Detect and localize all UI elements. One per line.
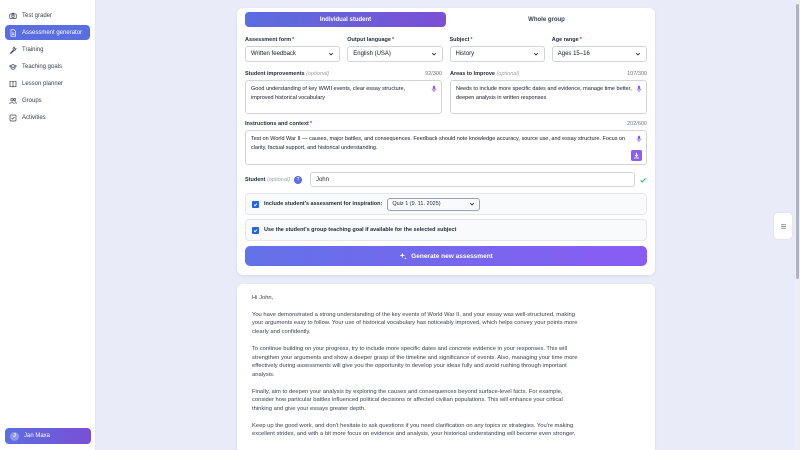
assessment-form-field: Assessment form* Written feedback	[245, 37, 341, 62]
char-count: 202/600	[627, 121, 647, 127]
subject-field: Subject* History	[449, 37, 545, 62]
generate-assessment-button[interactable]: Generate new assessment	[245, 246, 647, 266]
chevron-down-icon	[635, 52, 641, 56]
quiz-select[interactable]: Quiz 1 (9. 11. 2025)	[387, 197, 481, 211]
assessment-form-select[interactable]: Written feedback	[245, 46, 341, 62]
checkbox-icon	[9, 114, 17, 122]
main-content: Individual student Whole group Assessmen…	[96, 0, 800, 450]
areas-field: Areas to Improve (optional) 107/300 Need…	[450, 71, 647, 114]
sidebar-item-label: Assessment generator	[22, 29, 83, 36]
sidebar-item-label: Training	[22, 46, 44, 53]
field-label: Age range*	[551, 37, 582, 43]
graduation-cap-icon	[9, 63, 17, 71]
camera-icon	[9, 12, 17, 20]
include-assessment-checkbox[interactable]	[252, 200, 259, 208]
feedback-paragraph: Finally, aim to deepen your analysis by …	[252, 388, 563, 413]
tab-whole-group[interactable]: Whole group	[446, 12, 647, 27]
sidebar-item-assessment-generator[interactable]: Assessment generator	[5, 25, 90, 40]
settings-row: Assessment form* Written feedback Output…	[245, 37, 647, 62]
instructions-field: Instructions and context* 202/600 Test o…	[245, 121, 647, 165]
output-language-field: Output language* English (USA)	[347, 37, 443, 62]
instructions-textarea[interactable]: Test on World War II — causes, major bat…	[245, 130, 647, 165]
avatar: J	[10, 431, 19, 441]
include-assessment-row: Include student's assessment for inspira…	[245, 193, 647, 215]
char-count: 92/300	[425, 71, 442, 77]
chevron-down-icon	[470, 202, 475, 206]
group-goal-label: Use the student's group teaching goal if…	[264, 227, 457, 233]
areas-textarea[interactable]: Needs to include more specific dates and…	[450, 80, 647, 114]
assessment-form-card: Individual student Whole group Assessmen…	[237, 8, 655, 275]
sidebar-item-label: Test grader	[22, 12, 53, 19]
sidebar-item-lesson-planner[interactable]: Lesson planner	[5, 76, 90, 91]
sidebar: Test grader Assessment generator Trainin…	[0, 0, 96, 450]
checkmark-icon	[253, 228, 258, 232]
user-menu-button[interactable]: J Jan Maxa	[5, 428, 91, 444]
microphone-icon[interactable]	[636, 85, 642, 93]
feedback-greeting: Hi John,	[252, 295, 274, 301]
field-label: Output language*	[347, 37, 395, 43]
microphone-icon[interactable]	[431, 85, 437, 93]
download-button[interactable]	[631, 150, 642, 161]
help-icon[interactable]: ?	[293, 175, 302, 184]
users-icon	[9, 97, 17, 105]
user-name: Jan Maxa	[24, 433, 51, 439]
menu-icon	[780, 223, 786, 229]
sidebar-item-training[interactable]: Training	[5, 42, 90, 57]
student-input[interactable]: John	[309, 172, 635, 187]
feedback-paragraph: Keep up the good work, and don't hesitat…	[252, 422, 576, 438]
feedback-paragraph: You have demonstrated a strong understan…	[252, 311, 578, 336]
field-label: Subject*	[449, 37, 473, 43]
strengths-row: Student improvements (optional) 92/300 G…	[245, 71, 647, 114]
scrollbar-thumb[interactable]	[796, 4, 799, 279]
chevron-down-icon	[431, 52, 436, 56]
sidebar-item-label: Teaching goals	[22, 63, 63, 70]
document-icon	[9, 28, 17, 37]
sidebar-item-activities[interactable]: Activities	[5, 110, 90, 125]
chevron-down-icon	[533, 52, 538, 56]
feedback-paragraph: To continue building on your progress, t…	[252, 345, 578, 378]
checkmark-icon	[253, 202, 258, 206]
sidebar-item-label: Groups	[22, 97, 42, 104]
subject-select[interactable]: History	[449, 46, 545, 62]
include-assessment-label: Include student's assessment for inspira…	[264, 201, 383, 207]
age-range-select[interactable]: Ages 15–16	[551, 46, 647, 62]
group-goal-checkbox[interactable]	[252, 226, 259, 234]
student-label: Student (optional)	[245, 176, 290, 183]
mode-tabs: Individual student Whole group	[245, 12, 647, 27]
output-language-select[interactable]: English (USA)	[347, 46, 443, 62]
microphone-icon[interactable]	[636, 135, 642, 143]
generated-feedback-card: Hi John, You have demonstrated a strong …	[237, 284, 655, 450]
improvements-field: Student improvements (optional) 92/300 G…	[245, 71, 442, 114]
field-label: Assessment form*	[245, 37, 295, 43]
age-range-field: Age range* Ages 15–16	[551, 37, 647, 62]
field-label: Areas to Improve (optional)	[450, 71, 520, 77]
sidebar-nav: Test grader Assessment generator Trainin…	[0, 0, 95, 125]
sidebar-item-teaching-goals[interactable]: Teaching goals	[5, 59, 90, 74]
wrench-icon	[9, 46, 17, 54]
improvements-textarea[interactable]: Good understanding of key WWII events, c…	[245, 80, 442, 114]
sidebar-item-groups[interactable]: Groups	[5, 93, 90, 108]
field-label: Instructions and context*	[245, 121, 313, 127]
sidebar-item-label: Lesson planner	[22, 80, 64, 87]
sidebar-item-test-grader[interactable]: Test grader	[5, 8, 90, 23]
page-scrollbar[interactable]	[795, 0, 800, 450]
sidebar-item-label: Activities	[22, 114, 46, 121]
check-icon	[640, 177, 646, 183]
field-label: Student improvements (optional)	[245, 71, 330, 77]
group-goal-row: Use the student's group teaching goal if…	[245, 219, 647, 241]
side-panel-toggle[interactable]	[773, 212, 793, 240]
char-count: 107/300	[627, 71, 647, 77]
sparkle-icon	[399, 252, 407, 260]
chevron-down-icon	[329, 52, 334, 56]
tab-individual-student[interactable]: Individual student	[245, 12, 446, 27]
download-icon	[634, 152, 639, 159]
book-icon	[9, 80, 17, 88]
student-row: Student (optional) ? John	[245, 172, 647, 187]
